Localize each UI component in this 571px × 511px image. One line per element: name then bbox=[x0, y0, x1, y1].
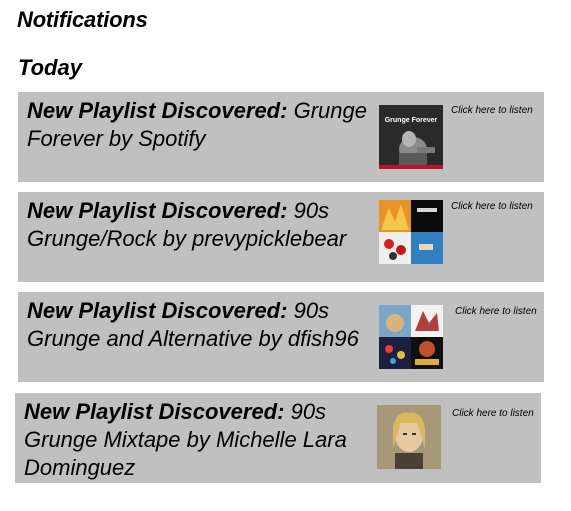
notification-prefix: New Playlist Discovered: bbox=[27, 298, 288, 323]
notification-text: New Playlist Discovered: 90s Grunge/Rock… bbox=[27, 197, 377, 253]
playlist-cover-image[interactable] bbox=[379, 200, 443, 264]
cover-title-text: Grunge Forever bbox=[385, 117, 438, 124]
notification-prefix: New Playlist Discovered: bbox=[27, 98, 288, 123]
notification-prefix: New Playlist Discovered: bbox=[27, 198, 288, 223]
section-heading-today: Today bbox=[18, 55, 82, 80]
listen-link[interactable]: Click here to listen bbox=[452, 408, 534, 419]
notification-card[interactable]: New Playlist Discovered: 90s Grunge Mixt… bbox=[15, 393, 541, 483]
notification-card[interactable]: New Playlist Discovered: 90s Grunge/Rock… bbox=[18, 192, 544, 282]
listen-link[interactable]: Click here to listen bbox=[451, 201, 533, 212]
notification-text: New Playlist Discovered: Grunge Forever … bbox=[27, 97, 377, 153]
notification-text: New Playlist Discovered: 90s Grunge and … bbox=[27, 297, 377, 353]
notification-text: New Playlist Discovered: 90s Grunge Mixt… bbox=[24, 398, 374, 482]
playlist-cover-image[interactable] bbox=[377, 405, 441, 469]
notification-card[interactable]: New Playlist Discovered: Grunge Forever … bbox=[18, 92, 544, 182]
listen-link[interactable]: Click here to listen bbox=[451, 105, 533, 116]
page-title: Notifications bbox=[17, 7, 148, 32]
listen-link[interactable]: Click here to listen bbox=[455, 306, 537, 317]
playlist-cover-image[interactable]: Grunge Forever bbox=[379, 105, 443, 169]
notification-prefix: New Playlist Discovered: bbox=[24, 399, 285, 424]
playlist-cover-image[interactable] bbox=[379, 305, 443, 369]
notification-card[interactable]: New Playlist Discovered: 90s Grunge and … bbox=[18, 292, 544, 382]
